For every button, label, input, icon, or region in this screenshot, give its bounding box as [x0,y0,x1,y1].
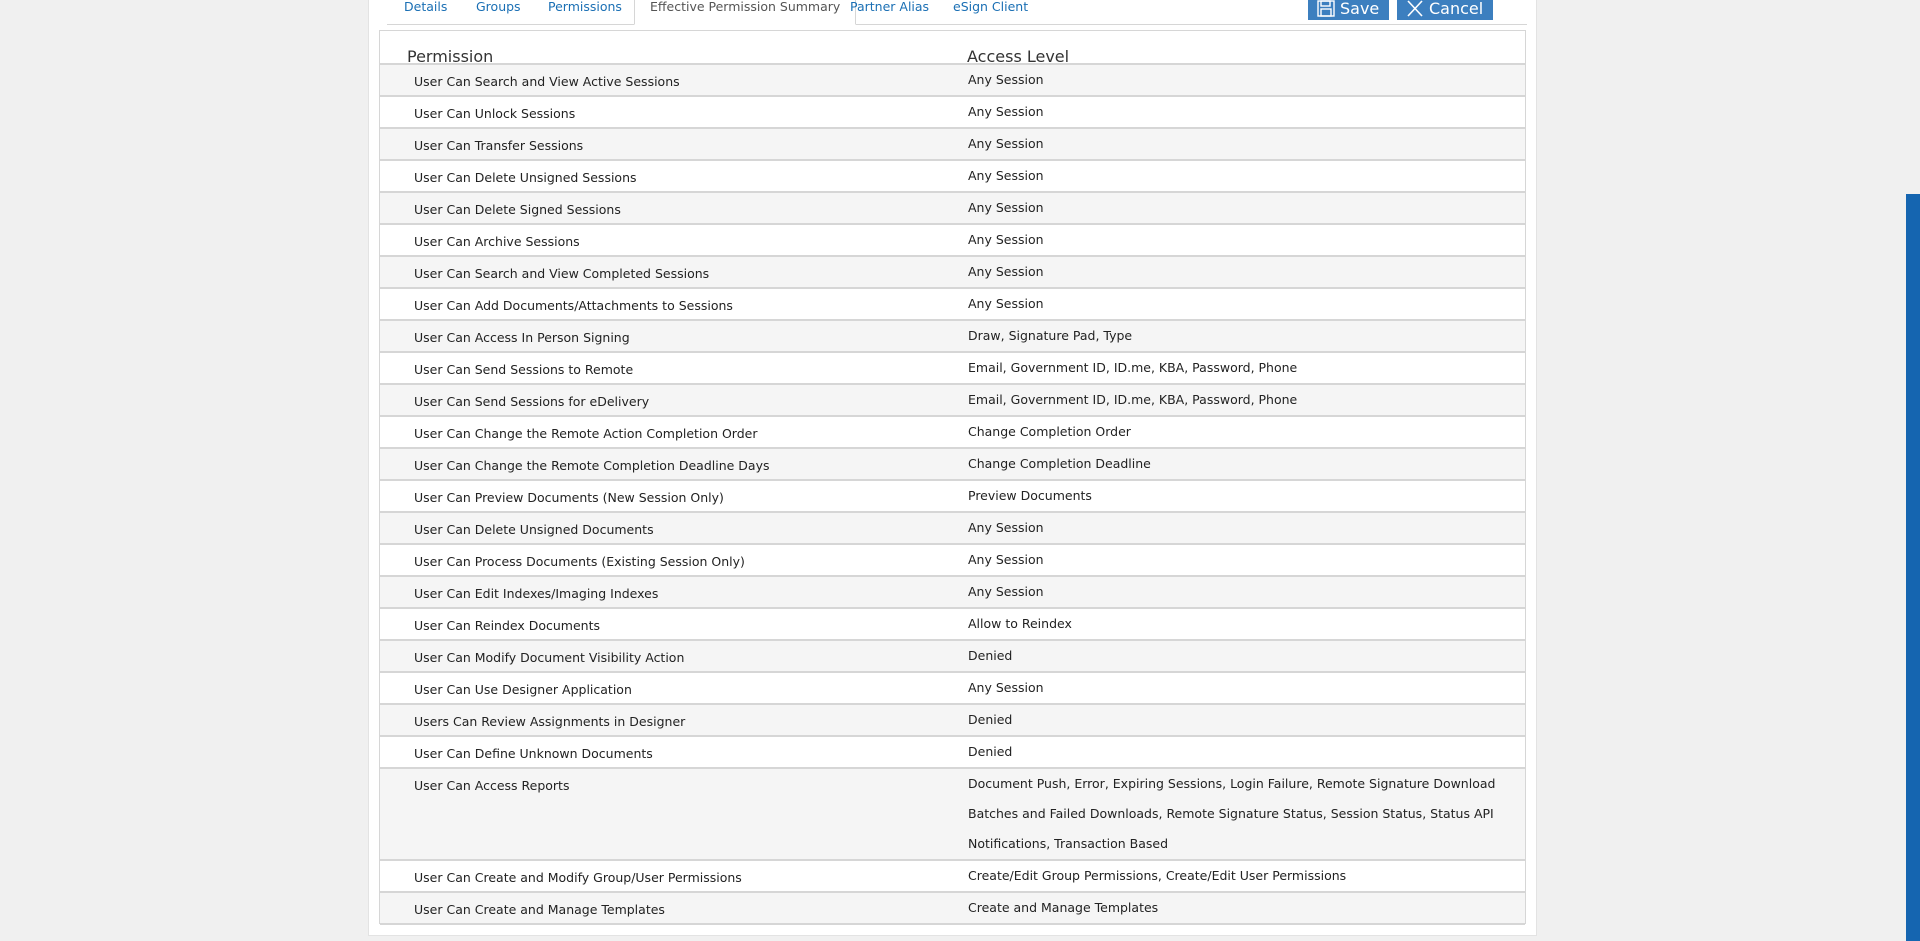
table-row: User Can Access Reports Document Push, Er… [380,769,1525,861]
permission-cell: User Can Reindex Documents [414,618,601,633]
permission-cell: User Can Create and Modify Group/User Pe… [414,870,742,885]
tab-permissions[interactable]: Permissions [533,0,637,24]
table-row: User Can Create and Modify Group/User Pe… [380,861,1525,893]
table-row: User Can Define Unknown Documents Denied [380,737,1525,769]
access-level-cell: Any Session [968,104,1044,119]
access-level-cell: Create and Manage Templates [968,900,1159,915]
access-level-cell: Denied [968,744,1013,759]
table-row: User Can Delete Unsigned Documents Any Se… [380,513,1525,545]
permission-cell: User Can Change the Remote Completion De… [414,458,770,473]
table-header: Permission Access Level [380,31,1525,66]
effective-permission-table: Permission Access Level User Can Search … [379,30,1526,925]
access-level-cell: Any Session [968,136,1044,151]
table-row: User Can Add Documents/Attachments to Se… [380,289,1525,321]
tab-partner-alias[interactable]: Partner Alias [835,0,944,24]
permission-cell: User Can Add Documents/Attachments to Se… [414,298,733,313]
access-level-cell: Any Session [968,200,1044,215]
access-level-cell: Allow to Reindex [968,616,1072,631]
tab-esign-client[interactable]: eSign Client [938,0,1043,24]
table-row: User Can Edit Indexes/Imaging Indexes Any… [380,577,1525,609]
permission-cell: User Can Change the Remote Action Comple… [414,426,758,441]
table-row: User Can Process Documents (Existing Ses… [380,545,1525,577]
permission-cell: Users Can Review Assignments in Designer [414,714,686,729]
table-row: User Can Delete Signed Sessions Any Sessi… [380,193,1525,225]
column-header-access-level: Access Level [967,47,1070,66]
access-level-cell: Change Completion Order [968,424,1131,439]
permission-cell: User Can Define Unknown Documents [414,746,653,761]
access-level-cell: Any Session [968,680,1044,695]
table-row: User Can Send Sessions to Remote Email, G… [380,353,1525,385]
table-row: User Can Unlock Sessions Any Session [380,97,1525,129]
permission-cell: User Can Transfer Sessions [414,138,584,153]
tab-effective-permission-summary[interactable]: Effective Permission Summary [634,0,857,25]
access-level-cell: Any Session [968,296,1044,311]
table-row: User Can Change the Remote Completion De… [380,449,1525,481]
cancel-button[interactable]: Cancel [1397,0,1494,20]
save-label: Save [1340,0,1380,18]
access-level-cell: Any Session [968,232,1044,247]
table-row: User Can Access In Person Signing Draw, S… [380,321,1525,353]
close-x-icon [1407,0,1423,17]
table-row: User Can Archive Sessions Any Session [380,225,1525,257]
access-level-cell: Draw, Signature Pad, Type [968,328,1133,343]
permission-cell: User Can Send Sessions to Remote [414,362,634,377]
floppy-disk-icon [1317,0,1335,17]
access-level-cell: Email, Government ID, ID.me, KBA, Passwo… [968,392,1298,407]
access-level-cell: Any Session [968,168,1044,183]
access-level-cell: Create/Edit Group Permissions, Create/Ed… [968,868,1347,883]
permission-cell: User Can Search and View Completed Sessi… [414,266,710,281]
permission-cell: User Can Search and View Active Sessions [414,74,680,89]
permission-cell: User Can Send Sessions for eDelivery [414,394,650,409]
access-level-cell: Any Session [968,584,1044,599]
access-level-cell: Preview Documents [968,488,1092,503]
access-level-cell: Denied [968,648,1013,663]
table-row: User Can Change the Remote Action Comple… [380,417,1525,449]
permission-cell: User Can Access In Person Signing [414,330,630,345]
access-level-cell: Any Session [968,520,1044,535]
permission-cell: User Can Archive Sessions [414,234,580,249]
column-header-permission: Permission [407,47,494,66]
table-row: User Can Reindex Documents Allow to Reind… [380,609,1525,641]
permission-cell: User Can Delete Unsigned Sessions [414,170,637,185]
permission-cell: User Can Preview Documents (New Session … [414,490,724,505]
save-button[interactable]: Save [1308,0,1390,20]
access-level-cell: Email, Government ID, ID.me, KBA, Passwo… [968,360,1298,375]
table-row: User Can Use Designer Application Any Ses… [380,673,1525,705]
permission-cell: User Can Modify Document Visibility Acti… [414,650,685,665]
table-row: Users Can Review Assignments in Designer… [380,705,1525,737]
permission-cell: User Can Edit Indexes/Imaging Indexes [414,586,659,601]
vertical-scrollbar[interactable] [1906,194,1920,941]
table-row: User Can Create and Manage Templates Crea… [380,893,1525,925]
table-row: User Can Modify Document Visibility Acti… [380,641,1525,673]
access-level-cell: Change Completion Deadline [968,456,1151,471]
access-level-cell: Denied [968,712,1013,727]
table-row: User Can Search and View Active Sessions… [380,65,1525,97]
access-level-cell: Any Session [968,264,1044,279]
permission-cell: User Can Use Designer Application [414,682,632,697]
table-row: User Can Delete Unsigned Sessions Any Ses… [380,161,1525,193]
access-level-cell: Any Session [968,552,1044,567]
table-row: User Can Transfer Sessions Any Session [380,129,1525,161]
access-level-cell: Any Session [968,72,1044,87]
permission-cell: User Can Delete Unsigned Documents [414,522,654,537]
permission-cell: User Can Process Documents (Existing Ses… [414,554,745,569]
permission-cell: User Can Create and Manage Templates [414,902,665,917]
table-row: User Can Preview Documents (New Session … [380,481,1525,513]
permission-cell: User Can Unlock Sessions [414,106,576,121]
access-level-cell: Document Push, Error, Expiring Sessions,… [968,776,1496,851]
table-row: User Can Send Sessions for eDelivery Emai… [380,385,1525,417]
cancel-label: Cancel [1429,0,1484,18]
permission-cell: User Can Access Reports [414,778,570,793]
tab-groups[interactable]: Groups [461,0,536,24]
table-row: User Can Search and View Completed Sessi… [380,257,1525,289]
tab-details[interactable]: Details [389,0,462,24]
permission-cell: User Can Delete Signed Sessions [414,202,621,217]
